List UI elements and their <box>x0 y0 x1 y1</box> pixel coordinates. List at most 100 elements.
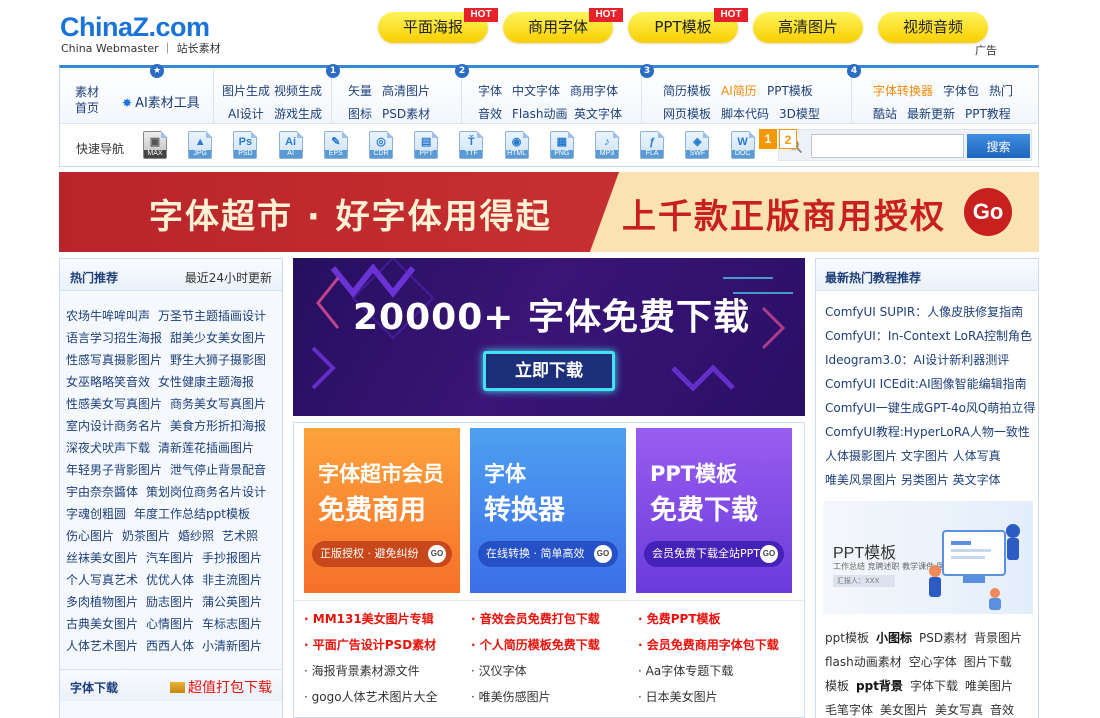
nav-link[interactable]: 脚本代码 <box>721 105 769 122</box>
hot-link[interactable]: 汽车图片 <box>146 551 194 565</box>
tag-link[interactable]: 唯美图片 <box>965 679 1013 693</box>
hot-link[interactable]: 伤心图片 <box>66 529 114 543</box>
promo-link[interactable]: · gogo人体艺术图片大全 <box>304 688 438 705</box>
eps-file-icon[interactable]: ✎ EPS <box>323 131 350 161</box>
hot-link[interactable]: 奶茶图片 <box>122 529 170 543</box>
tag-link[interactable]: 美女图片 <box>880 703 928 717</box>
tag-link[interactable]: PSD素材 <box>919 631 967 645</box>
hot-link[interactable]: 多肉植物图片 <box>66 595 138 609</box>
nav-link[interactable]: 最新更新 <box>907 105 955 122</box>
hot-link[interactable]: 室内设计商务名片 <box>66 419 162 433</box>
hot-link[interactable]: 艺术照 <box>222 529 258 543</box>
tag-link[interactable]: 字体下载 <box>910 679 958 693</box>
nav-link[interactable]: PSD素材 <box>382 105 430 122</box>
promo-link[interactable]: · 海报背景素材源文件 <box>304 662 420 679</box>
tutorial-link[interactable]: ComfyUI一键生成GPT-4o风Q萌拍立得 <box>825 399 1035 416</box>
tag-link[interactable]: 图片下载 <box>964 655 1012 669</box>
hot-link[interactable]: 非主流图片 <box>202 573 262 587</box>
tag-link[interactable]: 美女写真 <box>935 703 983 717</box>
fla-file-icon[interactable]: ƒ FLA <box>639 131 666 161</box>
tutorial-link[interactable]: ComfyUI ICEdit:AI图像智能编辑指南 <box>825 375 1027 392</box>
hot-link[interactable]: 小清新图片 <box>202 639 262 653</box>
hot-link[interactable]: 字魂创粗圆 <box>66 507 126 521</box>
png-file-icon[interactable]: ▦ PNG <box>549 131 576 161</box>
go-button[interactable]: GO <box>594 545 612 563</box>
max-file-icon[interactable]: ▣ MAX <box>142 131 169 161</box>
hot-link[interactable]: 西西人体 <box>146 639 194 653</box>
promo-card[interactable]: 字体超市会员 免费商用 正版授权 · 避免纠纷 GO <box>304 428 460 593</box>
nav-link[interactable]: Flash动画 <box>512 105 567 122</box>
hot-link[interactable]: 丝袜美女图片 <box>66 551 138 565</box>
hot-link[interactable]: 车标志图片 <box>202 617 262 631</box>
tag-link[interactable]: ppt背景 <box>856 679 903 693</box>
promo-link[interactable]: · 平面广告设计PSD素材 <box>304 636 436 653</box>
nav-link[interactable]: 游戏生成 <box>274 105 322 122</box>
hot-link[interactable]: 人体艺术图片 <box>66 639 138 653</box>
tag-link[interactable]: 背景图片 <box>974 631 1022 645</box>
search-button[interactable]: 搜索 <box>967 134 1030 158</box>
nav-link[interactable]: 3D模型 <box>779 105 820 122</box>
hot-link[interactable]: 农场牛哞哞叫声 <box>66 309 150 323</box>
hot-link[interactable]: 美食方形折扣海报 <box>170 419 266 433</box>
hot-link[interactable]: 甜美少女美女图片 <box>170 331 266 345</box>
tutorial-link[interactable]: Ideogram3.0：AI设计新利器测评 <box>825 351 1009 368</box>
nav-link[interactable]: 字体 <box>478 82 502 99</box>
swf-file-icon[interactable]: ◈ SWF <box>684 131 711 161</box>
nav-link[interactable]: 字体转换器 <box>873 82 933 99</box>
slider-page-2[interactable]: 2 <box>779 129 797 149</box>
nav-link[interactable]: 网页模板 <box>663 105 711 122</box>
ttf-file-icon[interactable]: Ť TTF <box>458 131 485 161</box>
ppt-file-icon[interactable]: ▤ PPT <box>413 131 440 161</box>
promo-tag[interactable]: 在线转换 · 简单高效 GO <box>478 541 618 567</box>
hot-link[interactable]: 野生大狮子摄影图 <box>170 353 266 367</box>
hot-link[interactable]: 个人写真艺术 <box>66 573 138 587</box>
promo-link[interactable]: · 个人简历模板免费下载 <box>471 636 600 653</box>
hot-link[interactable]: 优优人体 <box>146 573 194 587</box>
hot-link[interactable]: 古典美女图片 <box>66 617 138 631</box>
top-nav-button[interactable]: 高清图片 <box>753 12 863 43</box>
bundle-download-link[interactable]: 超值打包下载 <box>170 677 272 697</box>
tag-link[interactable]: flash动画素材 <box>825 655 902 669</box>
hot-link[interactable]: 婚纱照 <box>178 529 214 543</box>
hot-link[interactable]: 心情图片 <box>146 617 194 631</box>
hot-link[interactable]: 蒲公英图片 <box>202 595 262 609</box>
tag-link[interactable]: 模板 <box>825 679 849 693</box>
go-button[interactable]: GO <box>760 545 778 563</box>
nav-link[interactable]: 商用字体 <box>570 82 618 99</box>
nav-link[interactable]: 图片生成 <box>222 82 270 99</box>
tag-link[interactable]: 音效 <box>990 703 1014 717</box>
nav-link[interactable]: AI简历 <box>721 82 757 99</box>
psd-file-icon[interactable]: Ps PSD <box>232 131 259 161</box>
mp3-file-icon[interactable]: ♪ MP3 <box>594 131 621 161</box>
tutorial-link[interactable]: ComfyUI：In-Context LoRA控制角色 <box>825 327 1032 344</box>
ppt-template-ad[interactable]: PPT模板 工作总结 竞聘述职 教学课件 医疗保健 汇报人：XXX <box>823 501 1033 614</box>
promo-link[interactable]: · MM131美女图片专辑 <box>304 610 434 627</box>
hot-link[interactable]: 语言学习招生海报 <box>66 331 162 345</box>
nav-link[interactable]: 热门 <box>989 82 1013 99</box>
promo-link[interactable]: · 音效会员免费打包下载 <box>471 610 600 627</box>
nav-home-link[interactable]: 素材首页 <box>75 84 105 116</box>
banner-go-button[interactable]: Go <box>964 188 1012 236</box>
hot-link[interactable]: 性感写真摄影图片 <box>66 353 162 367</box>
top-nav-button[interactable]: 视频音频 <box>878 12 988 43</box>
nav-link[interactable]: AI设计 <box>228 105 264 122</box>
nav-ai-tool-link[interactable]: ✸ AI素材工具 <box>122 92 200 111</box>
tag-link[interactable]: 毛笔字体 <box>825 703 873 717</box>
hot-link[interactable]: 宇由奈奈醬体 <box>66 485 138 499</box>
nav-link[interactable]: 矢量 <box>348 82 372 99</box>
promo-tag[interactable]: 会员免费下载全站PPT GO <box>644 541 784 567</box>
hot-link[interactable]: 深夜犬吠声下载 <box>66 441 150 455</box>
promo-link[interactable]: · 会员免费商用字体包下载 <box>638 636 779 653</box>
promo-card[interactable]: 字体 转换器 在线转换 · 简单高效 GO <box>470 428 626 593</box>
nav-link[interactable]: 酷站 <box>873 105 897 122</box>
hot-link[interactable]: 性感美女写真图片 <box>66 397 162 411</box>
tag-link[interactable]: 空心字体 <box>909 655 957 669</box>
nav-link[interactable]: PPT模板 <box>767 82 813 99</box>
nav-link[interactable]: 图标 <box>348 105 372 122</box>
hot-link[interactable]: 泄气停止背景配音 <box>170 463 266 477</box>
tutorial-link[interactable]: 唯美风景图片 另类图片 英文字体 <box>825 471 1001 488</box>
nav-link[interactable]: 字体包 <box>943 82 979 99</box>
hot-link[interactable]: 策划岗位商务名片设计 <box>146 485 266 499</box>
tutorial-link[interactable]: ComfyUI教程:HyperLoRA人物一致性 <box>825 423 1030 440</box>
ai-file-icon[interactable]: Ai AI <box>278 131 305 161</box>
